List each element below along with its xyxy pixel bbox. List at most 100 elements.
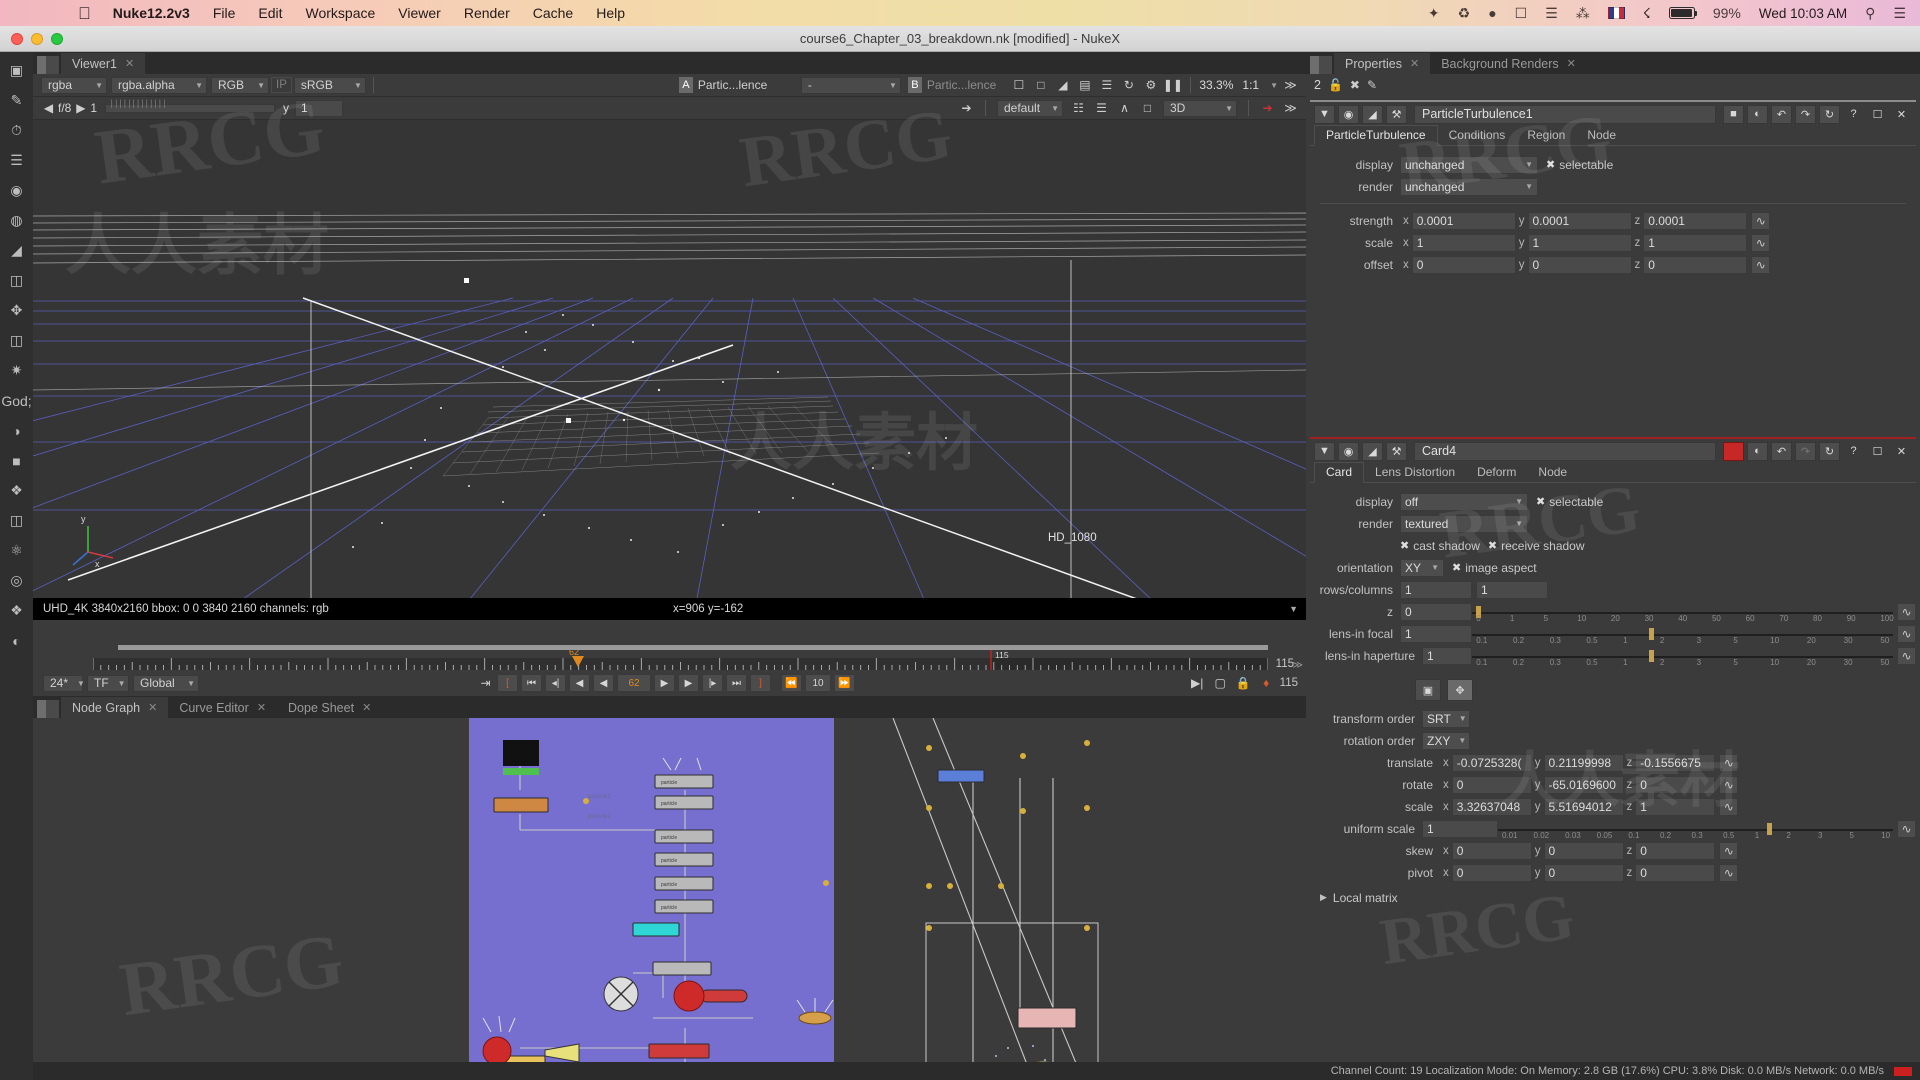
- toolbar-image-icon[interactable]: ▣: [4, 58, 29, 83]
- animation-icon-offset[interactable]: ∿: [1751, 255, 1771, 274]
- tab-curve-editor[interactable]: Curve Editor ✕: [168, 697, 278, 718]
- field-rotate-y[interactable]: -65.0169600: [1543, 775, 1624, 794]
- ip-toggle[interactable]: IP: [271, 77, 292, 93]
- toolbar-furnace-icon[interactable]: ❖: [4, 478, 29, 503]
- toolbar-color-icon[interactable]: ◉: [4, 178, 29, 203]
- stack-icon[interactable]: ☰: [1545, 5, 1558, 22]
- toolbar-transform-icon[interactable]: ✥: [4, 298, 29, 323]
- animation-icon-skew[interactable]: ∿: [1719, 841, 1739, 860]
- channels-dropdown[interactable]: rgba ▼: [41, 76, 107, 94]
- field-scale-z[interactable]: 1: [1643, 233, 1748, 252]
- color-icon-card[interactable]: ◉: [1338, 441, 1359, 461]
- dropbox-icon[interactable]: ✦: [1428, 5, 1440, 22]
- field-pivot-z[interactable]: 0: [1635, 863, 1716, 882]
- menu-render[interactable]: Render: [464, 5, 510, 21]
- range-dropdown[interactable]: Global ▼: [133, 674, 199, 692]
- field-scale-x-card[interactable]: 3.32637048: [1451, 797, 1532, 816]
- copy-matrix-icon[interactable]: ▣: [1415, 679, 1441, 701]
- animation-icon-scale[interactable]: ∿: [1751, 233, 1771, 252]
- gear-icon[interactable]: ⚙: [1141, 77, 1160, 94]
- close-icon-curve[interactable]: ✕: [257, 701, 266, 714]
- input-a-chip[interactable]: A: [678, 77, 693, 93]
- row-local-matrix[interactable]: ▶ Local matrix: [1310, 888, 1916, 907]
- chevron-right-icon-matrix[interactable]: ▶: [1320, 892, 1327, 903]
- toolbar-particles-icon[interactable]: ✷: [4, 358, 29, 383]
- wipe-dropdown[interactable]: - ▼: [800, 76, 901, 94]
- lock-icon-props[interactable]: 🔓: [1328, 78, 1343, 92]
- menu-viewer[interactable]: Viewer: [398, 5, 441, 21]
- toolbar-3d-icon[interactable]: ◫: [4, 328, 29, 353]
- ntab-node[interactable]: Node: [1576, 126, 1627, 145]
- sync-icon[interactable]: ⇥: [476, 675, 495, 692]
- undo-icon-card[interactable]: ↶: [1771, 441, 1792, 461]
- gain-down-icon[interactable]: ◀: [39, 100, 58, 117]
- animation-icon-uniform-scale[interactable]: ∿: [1897, 819, 1916, 838]
- animation-icon-rotate[interactable]: ∿: [1719, 775, 1739, 794]
- gain-slider[interactable]: │││││││││││││: [105, 101, 276, 113]
- bluetooth-icon[interactable]: ⁂: [1576, 5, 1590, 22]
- field-strength-y[interactable]: 0.0001: [1527, 211, 1632, 230]
- undo-icon-pt[interactable]: ↶: [1771, 104, 1792, 124]
- lock-icon[interactable]: 🔒: [1234, 675, 1253, 692]
- tab-properties[interactable]: Properties ✕: [1334, 53, 1431, 74]
- move-matrix-icon[interactable]: ✥: [1447, 679, 1473, 701]
- edit-icon[interactable]: ✎: [1367, 78, 1377, 92]
- toolbar-plugin-icon[interactable]: ⚛: [4, 538, 29, 563]
- close-icon-card[interactable]: ✕: [1891, 442, 1912, 461]
- ntab-deform[interactable]: Deform: [1466, 463, 1527, 482]
- contrast-icon-pt[interactable]: ◐: [1747, 104, 1768, 124]
- field-lens-focal[interactable]: 1: [1400, 624, 1472, 643]
- loop-back-button[interactable]: ⏪: [781, 674, 802, 692]
- swatch-icon-pt[interactable]: ■: [1723, 104, 1744, 124]
- mask-icon-pt[interactable]: ◢: [1362, 104, 1383, 124]
- curve-icon[interactable]: ∧: [1115, 100, 1134, 117]
- proxy-icon[interactable]: ➔: [957, 100, 976, 117]
- checkbox-selectable-pt[interactable]: ✖: [1546, 158, 1555, 171]
- dropdown-rotation-order[interactable]: ZXY ▼: [1422, 731, 1470, 750]
- zoom-level[interactable]: 33.3%: [1199, 78, 1233, 92]
- viewer-viewport[interactable]: y x HD_1080 UHD_4K 3840x2160 bbox: 0 0 3…: [33, 120, 1306, 620]
- animation-icon-pivot[interactable]: ∿: [1719, 863, 1739, 882]
- fps-dropdown[interactable]: 24* ▼: [43, 674, 85, 692]
- stereo-icon[interactable]: ☷: [1069, 100, 1088, 117]
- layer-dropdown[interactable]: rgba.alpha ▼: [111, 76, 207, 94]
- toolbar-cara-icon[interactable]: ◎: [4, 568, 29, 593]
- dropdown-orientation[interactable]: XY ▼: [1400, 558, 1444, 577]
- node-name-card[interactable]: Card4: [1414, 441, 1716, 461]
- float-icon-pt[interactable]: ☐: [1867, 105, 1888, 124]
- wrench-icon-pt[interactable]: ⚒: [1386, 104, 1407, 124]
- tab-background-renders[interactable]: Background Renders ✕: [1430, 53, 1587, 74]
- panel-grip-3[interactable]: [1310, 56, 1332, 74]
- field-strength-z[interactable]: 0.0001: [1643, 211, 1748, 230]
- animation-icon-z[interactable]: ∿: [1897, 602, 1916, 621]
- menu-cache[interactable]: Cache: [533, 5, 573, 21]
- current-frame-field[interactable]: 62: [617, 674, 651, 692]
- gamma-input[interactable]: 1: [295, 99, 344, 117]
- chevron-down-icon-2[interactable]: ≫: [1281, 100, 1300, 117]
- slider-lens-focal[interactable]: 0.1 0.2 0.3 0.5 1 2 3 5 10 20 30 50: [1472, 624, 1893, 645]
- increment-field[interactable]: 10: [805, 674, 831, 692]
- slider-z[interactable]: 0 1 5 10 20 30 40 50 60 70 80 90 100: [1472, 602, 1894, 623]
- field-translate-y[interactable]: 0.21199998: [1543, 753, 1624, 772]
- float-icon-card[interactable]: ☐: [1867, 442, 1888, 461]
- toolbar-time-icon[interactable]: ⏱: [4, 118, 29, 143]
- field-translate-z[interactable]: -0.1556675: [1635, 753, 1716, 772]
- fullrange-icon[interactable]: ▶|: [1188, 675, 1207, 692]
- animation-icon-strength[interactable]: ∿: [1751, 211, 1771, 230]
- toolbar-draw-icon[interactable]: ✎: [4, 88, 29, 113]
- node-name-particleturbulence[interactable]: ParticleTurbulence1: [1414, 104, 1716, 124]
- close-icon[interactable]: ✕: [125, 57, 134, 70]
- toolbar-channel-icon[interactable]: ☰: [4, 148, 29, 173]
- lines-icon[interactable]: ☰: [1097, 77, 1116, 94]
- redo-icon-card[interactable]: ↷: [1795, 441, 1816, 461]
- ntab-particleturbulence[interactable]: ParticleTurbulence: [1314, 125, 1438, 146]
- selection-icon[interactable]: □: [1138, 100, 1157, 117]
- wrench-icon-card[interactable]: ⚒: [1386, 441, 1407, 461]
- search-icon[interactable]: ⚲: [1865, 5, 1875, 22]
- play-backward-button[interactable]: ◀: [569, 674, 590, 692]
- field-rotate-z[interactable]: 0: [1635, 775, 1716, 794]
- close-icon-pt[interactable]: ✕: [1891, 105, 1912, 124]
- loop-forward-button[interactable]: ⏩: [834, 674, 855, 692]
- close-icon-dope[interactable]: ✕: [362, 701, 371, 714]
- dropdown-render-card[interactable]: textured ▼: [1400, 514, 1528, 533]
